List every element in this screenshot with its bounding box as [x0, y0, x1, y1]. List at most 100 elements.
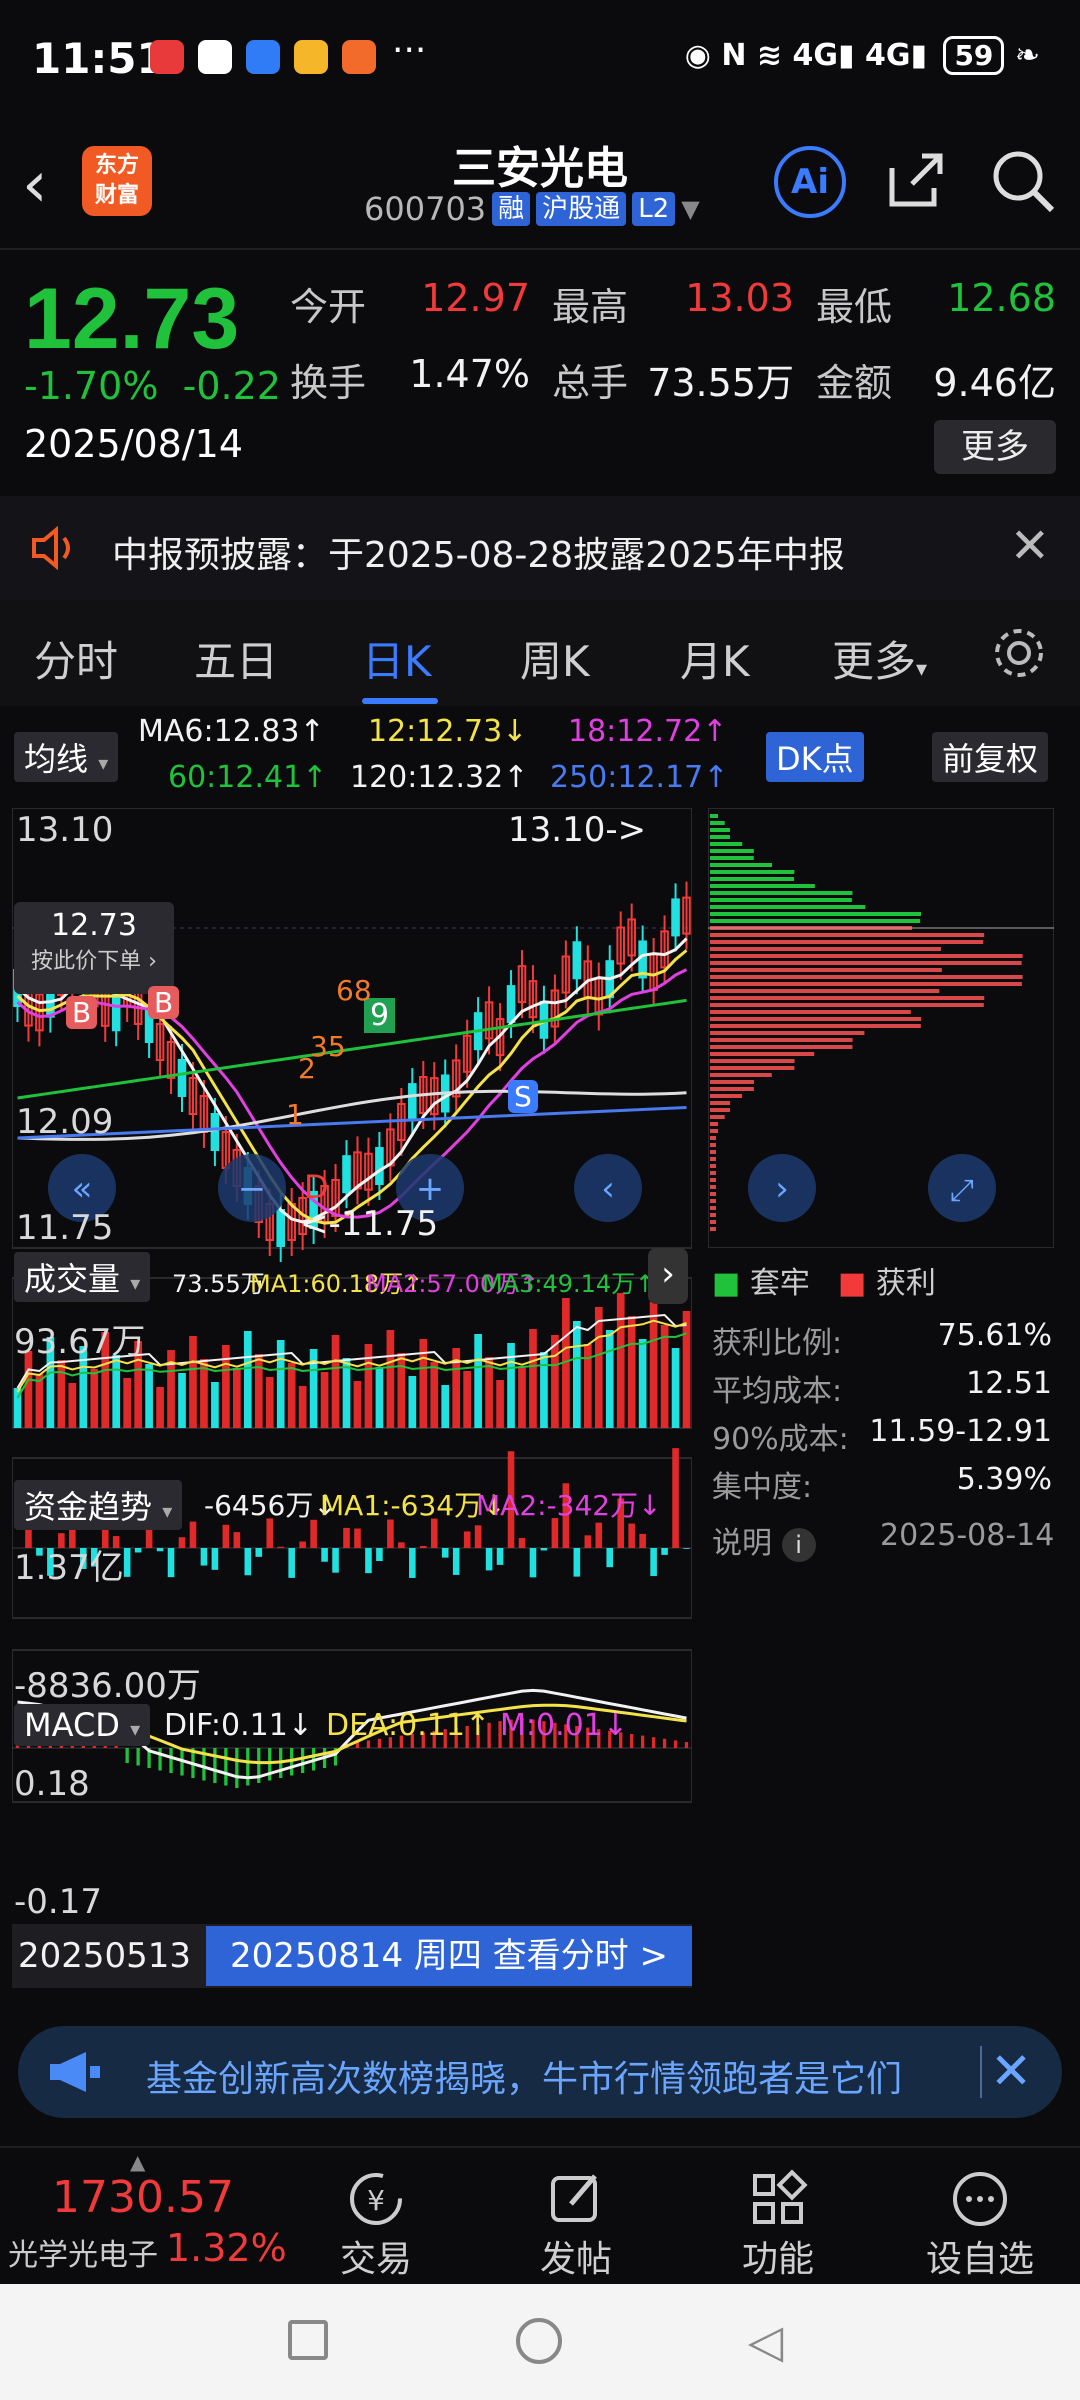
high-label: 最高	[552, 285, 629, 329]
eye-icon: ◉	[684, 38, 711, 73]
close-icon[interactable]: ✕	[1010, 518, 1050, 574]
macd-m: M:0.01↓	[500, 1708, 628, 1743]
fund-bar	[310, 1519, 317, 1548]
macd-bar	[136, 1748, 140, 1766]
tab-five-day[interactable]: 五日	[194, 628, 278, 689]
tab-monthly-k[interactable]: 月K	[680, 628, 750, 689]
tab-more[interactable]: 更多▾	[832, 628, 927, 689]
expand-panel-button[interactable]: ›	[648, 1248, 688, 1304]
fund-axis-bottom: -8836.00万	[14, 1666, 201, 1706]
fund-bar	[474, 1525, 482, 1548]
sector-index-name[interactable]: 光学光电子	[8, 2230, 158, 2274]
fund-bar	[354, 1528, 361, 1548]
chip-bar	[710, 828, 730, 832]
volume-bar	[123, 1378, 131, 1428]
macd-indicator-selector[interactable]: MACD ▾	[14, 1704, 151, 1746]
chip-bar	[710, 1220, 716, 1224]
fund-indicator-selector[interactable]: 资金趋势 ▾	[14, 1480, 183, 1530]
macd-bar	[158, 1748, 162, 1771]
volume-indicator-selector[interactable]: 成交量 ▾	[14, 1252, 151, 1302]
share-icon[interactable]	[884, 148, 948, 216]
buy-signal-2[interactable]: B	[148, 986, 180, 1019]
back-nav-button[interactable]: ◁	[748, 2314, 783, 2368]
fund-bar	[321, 1548, 328, 1562]
fund-bar	[518, 1538, 526, 1548]
volume-bar	[430, 1362, 439, 1428]
last-price: 12.73	[24, 271, 240, 367]
chip-stat-label: 集中度:	[712, 1470, 813, 1505]
active-tab-indicator	[362, 698, 438, 704]
promo-banner[interactable]: 基金创新高次数榜揭晓，牛市行情领跑者是它们 ✕	[18, 2026, 1062, 2118]
volume-bar	[320, 1372, 329, 1428]
ma-selector[interactable]: 均线 ▾	[14, 732, 119, 782]
kline-axis-bottom: 11.75	[16, 1208, 114, 1248]
tab-weekly-k[interactable]: 周K	[520, 628, 590, 689]
recent-apps-button[interactable]	[288, 2320, 328, 2360]
chip-bar	[710, 870, 795, 874]
chip-bar	[710, 954, 1023, 958]
settings-gear-icon[interactable]	[990, 624, 1048, 686]
signal-label-1: 4G	[792, 38, 839, 73]
turnover-value: 1.47%	[409, 352, 530, 396]
close-icon[interactable]: ✕	[990, 2042, 1032, 2100]
chip-bar	[710, 1003, 984, 1007]
post-button[interactable]: 发帖	[506, 2168, 646, 2282]
svg-text:−: −	[238, 1169, 267, 1209]
chip-note[interactable]: 说明 i	[712, 1518, 816, 1562]
volume-bar	[112, 1355, 121, 1428]
chip-bar	[710, 1024, 921, 1028]
change-absolute: -0.22	[182, 364, 281, 408]
leaf-icon: ❧	[1014, 38, 1040, 73]
candle-body	[375, 1146, 384, 1185]
ma-selector-label: 均线	[24, 740, 89, 778]
volume-bar	[265, 1377, 274, 1428]
notice-bar[interactable]: 中报预披露：于2025-08-28披露2025年中报 ✕	[0, 496, 1080, 600]
volume-bar	[145, 1364, 153, 1428]
crosshair-price-box[interactable]: 12.73 按此价下单 ›	[14, 902, 174, 994]
period-tabs: 分时 五日 日K 周K 月K 更多▾	[0, 600, 1080, 706]
volume-bar	[68, 1383, 77, 1428]
chip-bar	[710, 1143, 716, 1147]
ai-assistant-button[interactable]: Ai	[774, 146, 846, 218]
volume-indicator-label: 成交量	[24, 1260, 121, 1298]
trade-label: 交易	[339, 2239, 412, 2280]
qq-icon	[198, 40, 232, 74]
search-icon[interactable]	[990, 148, 1056, 218]
chip-bar	[710, 1031, 865, 1035]
amount-label: 金额	[816, 361, 893, 405]
dk-point-toggle[interactable]: DK点	[766, 732, 864, 782]
volume-bar	[178, 1373, 186, 1428]
candle-body	[671, 898, 680, 937]
profit-label: 获利	[875, 1266, 936, 1301]
home-button[interactable]	[516, 2318, 562, 2364]
fund-bar	[672, 1448, 679, 1548]
volume-bar	[35, 1374, 44, 1428]
tab-daily-k[interactable]: 日K	[362, 628, 432, 689]
fund-bar	[244, 1548, 252, 1576]
view-intraday-button[interactable]: 20250814 周四 查看分时 >	[206, 1926, 692, 1986]
order-at-price-hint: 按此价下单 ›	[31, 949, 157, 974]
chip-bar	[710, 1171, 716, 1175]
stock-code-row[interactable]: 600703 融 沪股通 L2 ▼	[364, 190, 700, 228]
add-watchlist-button[interactable]: 设自选	[910, 2168, 1050, 2282]
volume-bar	[90, 1369, 99, 1428]
volume-bar	[386, 1330, 395, 1428]
macd-axis-top: 0.18	[14, 1764, 90, 1804]
more-quote-button[interactable]: 更多	[934, 420, 1056, 474]
adjust-price-selector[interactable]: 前复权	[932, 732, 1049, 782]
tab-intraday[interactable]: 分时	[34, 628, 118, 689]
trade-button[interactable]: ¥ 交易	[306, 2168, 446, 2282]
fund-bar	[200, 1548, 208, 1566]
kline-high-marker: 13.10->	[508, 810, 647, 850]
fund-bar	[628, 1523, 635, 1548]
chip-note-label: 说明	[712, 1526, 772, 1561]
chip-bar	[710, 1115, 725, 1119]
margin-tag: 融	[492, 192, 531, 226]
yuan-icon: ¥	[306, 2168, 446, 2230]
sell-signal[interactable]: S	[508, 1080, 538, 1113]
function-button[interactable]: 功能	[708, 2168, 848, 2282]
promo-divider	[980, 2046, 982, 2098]
svg-text:«: «	[72, 1169, 93, 1209]
sector-index-value[interactable]: 1730.57	[52, 2172, 234, 2223]
buy-signal-1[interactable]: B	[66, 996, 98, 1029]
